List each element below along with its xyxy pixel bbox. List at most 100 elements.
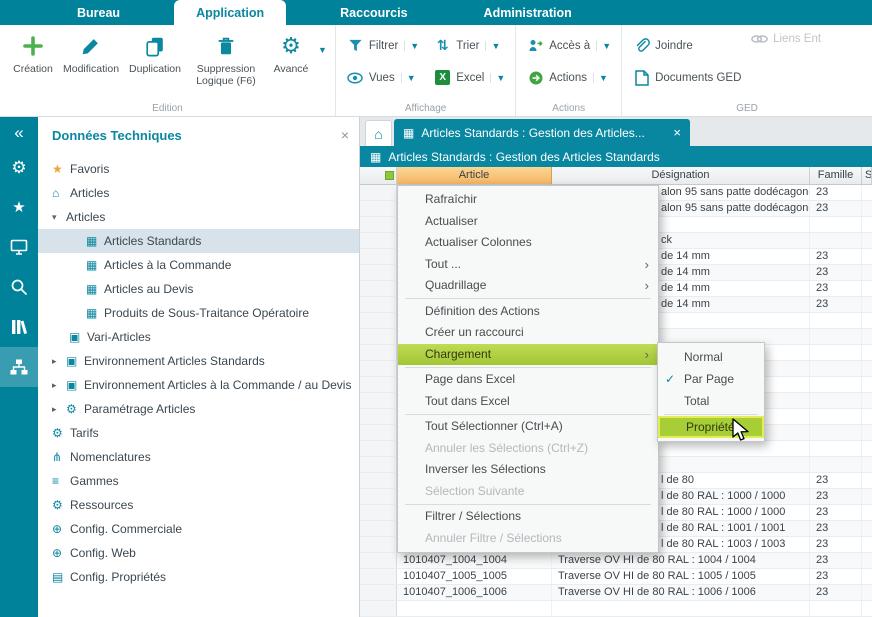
avance-button[interactable]: ⚙ Avancé bbox=[266, 27, 316, 75]
creation-button[interactable]: Création bbox=[8, 27, 58, 75]
caret-right-icon[interactable]: ▸ bbox=[52, 404, 66, 415]
context-menu-item[interactable]: Tout ...› bbox=[398, 254, 658, 276]
actions-button[interactable]: Actions ▼ bbox=[524, 64, 613, 91]
filtrer-button[interactable]: Filtrer ▼ bbox=[344, 32, 421, 59]
row-selector bbox=[360, 521, 397, 536]
context-menu-item[interactable]: Actualiser Colonnes bbox=[398, 232, 658, 254]
excel-dropdown-icon[interactable]: ▼ bbox=[490, 73, 505, 83]
submenu-item[interactable]: Normal bbox=[658, 346, 764, 368]
rail-settings-button[interactable]: ⚙ bbox=[0, 147, 38, 187]
table-row[interactable]: 1010407_1006_1006Traverse OV HI de 80 RA… bbox=[360, 585, 872, 601]
context-menu-item[interactable]: Tout dans Excel bbox=[398, 391, 658, 413]
context-menu-item[interactable]: Tout Sélectionner (Ctrl+A) bbox=[398, 416, 658, 438]
context-menu-item[interactable]: Chargement› bbox=[398, 344, 658, 366]
filtrer-label: Filtrer bbox=[369, 40, 398, 52]
row-selector bbox=[360, 585, 397, 600]
column-header-designation[interactable]: Désignation bbox=[552, 167, 810, 185]
tree-item[interactable]: ▦Produits de Sous-Traitance Opératoire bbox=[38, 301, 359, 325]
tab-close-icon[interactable]: × bbox=[669, 125, 681, 140]
menu-administration[interactable]: Administration bbox=[462, 0, 594, 25]
tree-item[interactable]: ≡Gammes bbox=[38, 469, 359, 493]
tree-item[interactable]: ⊕Config. Web bbox=[38, 541, 359, 565]
rail-org-chart-button[interactable] bbox=[0, 347, 38, 387]
tree-item[interactable]: ⚙Tarifs bbox=[38, 421, 359, 445]
avance-dropdown-icon[interactable]: ▼ bbox=[318, 45, 327, 55]
table-row[interactable] bbox=[360, 601, 872, 617]
excel-button[interactable]: X Excel ▼ bbox=[431, 64, 507, 91]
row-selector bbox=[360, 185, 397, 200]
column-header-article[interactable]: Article bbox=[397, 167, 552, 185]
tree-item[interactable]: ▤Config. Propriétés bbox=[38, 565, 359, 589]
context-menu-item[interactable]: Quadrillage› bbox=[398, 275, 658, 297]
menu-separator bbox=[405, 414, 651, 415]
rail-library-button[interactable] bbox=[0, 307, 38, 347]
trier-button[interactable]: ⇅ Trier ▼ bbox=[431, 32, 507, 59]
tree-item[interactable]: ⚙Ressources bbox=[38, 493, 359, 517]
filtrer-dropdown-icon[interactable]: ▼ bbox=[404, 41, 419, 51]
context-menu-item: Annuler Filtre / Sélections bbox=[398, 528, 658, 550]
menu-bureau[interactable]: Bureau bbox=[55, 0, 142, 25]
home-tab[interactable]: ⌂ bbox=[365, 120, 392, 146]
tab-articles-standards[interactable]: ▦ Articles Standards : Gestion des Artic… bbox=[394, 119, 690, 146]
vues-dropdown-icon[interactable]: ▼ bbox=[401, 73, 416, 83]
suppression-logique-button[interactable]: Suppression Logique (F6) bbox=[186, 27, 266, 87]
table-row[interactable]: 1010407_1005_1005Traverse OV HI de 80 RA… bbox=[360, 569, 872, 585]
tree-item[interactable]: ▣Vari-Articles bbox=[38, 325, 359, 349]
caret-right-icon[interactable]: ▸ bbox=[52, 356, 66, 367]
paperclip-icon bbox=[632, 38, 651, 54]
tree-item[interactable]: ▦Articles au Devis bbox=[38, 277, 359, 301]
tree-item[interactable]: ⌂Articles bbox=[38, 181, 359, 205]
acces-a-button[interactable]: Accès à ▼ bbox=[524, 32, 613, 59]
cell-s bbox=[862, 393, 872, 408]
cell-s bbox=[862, 313, 872, 328]
cell-famille bbox=[810, 361, 862, 376]
caret-down-icon[interactable]: ▾ bbox=[52, 212, 66, 223]
column-header-s[interactable]: S bbox=[862, 167, 872, 185]
context-menu-item[interactable]: Créer un raccourci bbox=[398, 322, 658, 344]
collapse-panel-icon[interactable]: « bbox=[14, 121, 23, 147]
table-row[interactable]: 1010407_1004_1004Traverse OV HI de 80 RA… bbox=[360, 553, 872, 569]
acces-a-dropdown-icon[interactable]: ▼ bbox=[596, 41, 611, 51]
context-menu-item[interactable]: Inverser les Sélections bbox=[398, 459, 658, 481]
nav-panel-close-icon[interactable]: × bbox=[341, 127, 349, 143]
rail-search-button[interactable] bbox=[0, 267, 38, 307]
row-selector bbox=[360, 377, 397, 392]
tree-item[interactable]: ⋔Nomenclatures bbox=[38, 445, 359, 469]
submenu-item[interactable]: ✓Par Page bbox=[658, 368, 764, 390]
tree-item[interactable]: ▦Articles Standards bbox=[38, 229, 359, 253]
trier-dropdown-icon[interactable]: ▼ bbox=[485, 41, 500, 51]
submenu-item[interactable]: Total bbox=[658, 390, 764, 412]
joindre-button[interactable]: Joindre bbox=[630, 32, 864, 59]
actions-dropdown-icon[interactable]: ▼ bbox=[593, 73, 608, 83]
rail-monitor-button[interactable] bbox=[0, 227, 38, 267]
row-selector bbox=[360, 489, 397, 504]
column-header-famille[interactable]: Famille bbox=[810, 167, 862, 185]
tree-item[interactable]: ★Favoris bbox=[38, 157, 359, 181]
context-menu-item[interactable]: Rafraîchir bbox=[398, 189, 658, 211]
context-menu-item[interactable]: Filtrer / Sélections bbox=[398, 506, 658, 528]
tree-item[interactable]: ▸▣Environnement Articles à la Commande /… bbox=[38, 373, 359, 397]
tree-item-label: Articles bbox=[66, 210, 105, 224]
tree-item-label: Ressources bbox=[70, 498, 133, 512]
context-menu-item[interactable]: Actualiser bbox=[398, 211, 658, 233]
documents-ged-button[interactable]: Documents GED bbox=[630, 64, 864, 91]
context-menu-item[interactable]: Page dans Excel bbox=[398, 369, 658, 391]
vues-button[interactable]: Vues ▼ bbox=[344, 64, 421, 91]
context-menu-item: Annuler les Sélections (Ctrl+Z) bbox=[398, 438, 658, 460]
row-selector bbox=[360, 265, 397, 280]
tree-item[interactable]: ▾Articles bbox=[38, 205, 359, 229]
rail-favorites-button[interactable]: ★ bbox=[0, 187, 38, 227]
cell-s bbox=[862, 345, 872, 360]
duplication-button[interactable]: Duplication bbox=[124, 27, 186, 75]
menu-application[interactable]: Application bbox=[174, 0, 286, 25]
tree-item[interactable]: ▦Articles à la Commande bbox=[38, 253, 359, 277]
context-menu-item[interactable]: Définition des Actions bbox=[398, 301, 658, 323]
modification-button[interactable]: Modification bbox=[58, 27, 124, 75]
tree-item[interactable]: ⊕Config. Commerciale bbox=[38, 517, 359, 541]
tree-item[interactable]: ▸▣Environnement Articles Standards bbox=[38, 349, 359, 373]
caret-right-icon[interactable]: ▸ bbox=[52, 380, 66, 391]
menu-raccourcis[interactable]: Raccourcis bbox=[318, 0, 429, 25]
row-selector bbox=[360, 281, 397, 296]
select-all-corner[interactable] bbox=[360, 167, 397, 185]
tree-item[interactable]: ▸⚙Paramétrage Articles bbox=[38, 397, 359, 421]
